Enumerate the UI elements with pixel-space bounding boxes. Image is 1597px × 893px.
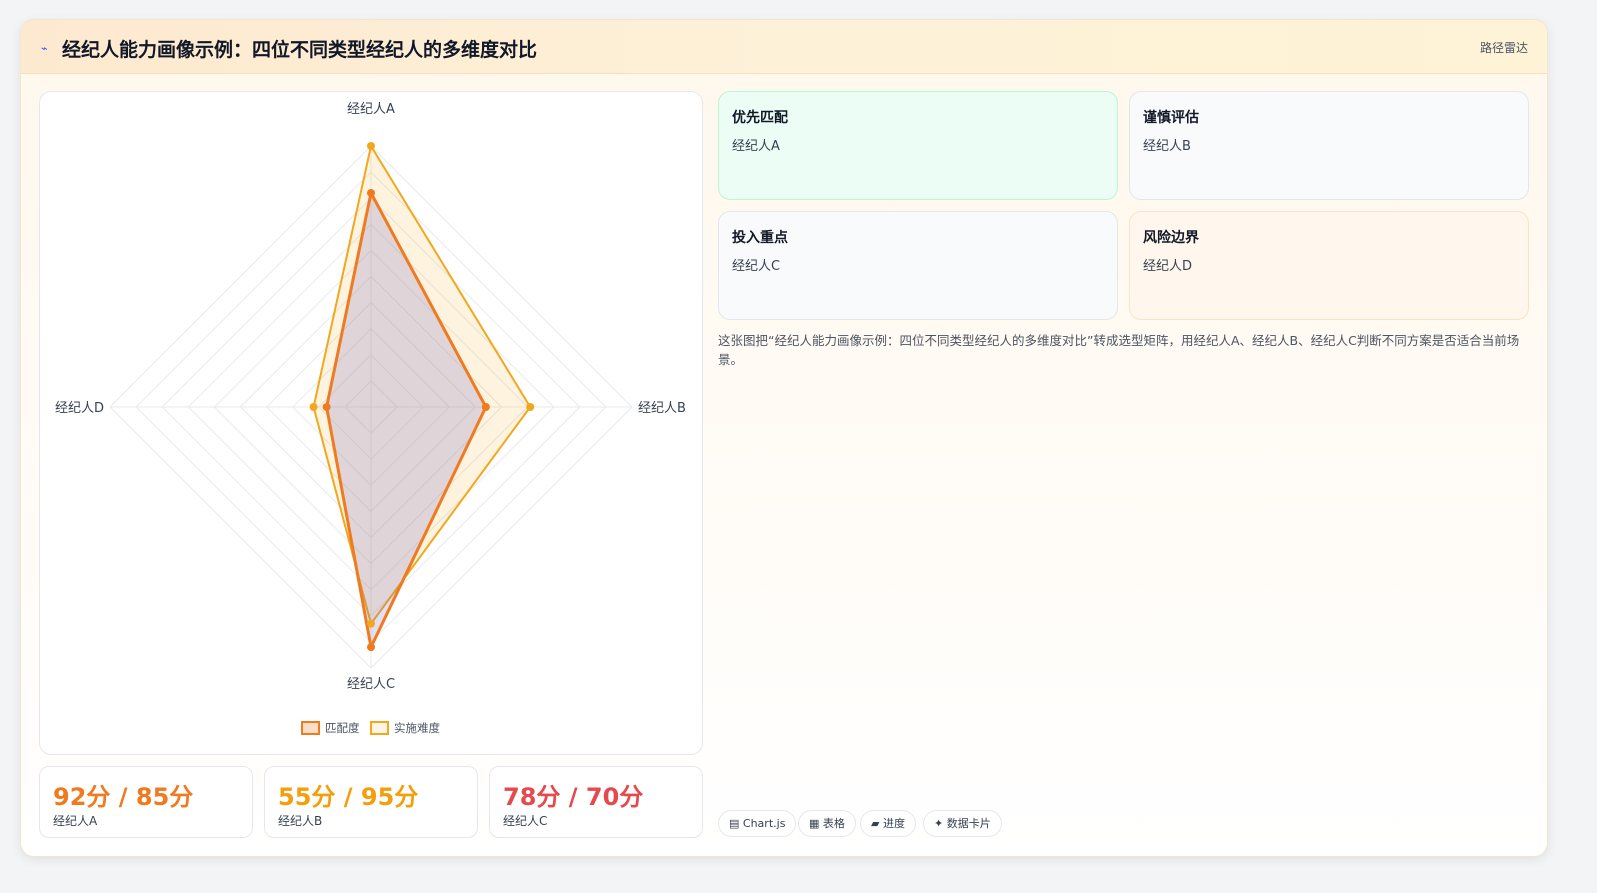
chip-label: 表格	[822, 817, 845, 830]
quadrant-title: 谨慎评估	[1143, 110, 1199, 126]
data-point	[309, 403, 318, 411]
stat-value: 55分 / 95分	[278, 783, 419, 811]
header-bar: ⌁ 经纪人能力画像示例：四位不同类型经纪人的多维度对比 路径雷达	[21, 20, 1547, 74]
quadrant-card-risk: 风险边界 经纪人D	[1129, 211, 1529, 320]
quadrant-title: 风险边界	[1143, 230, 1199, 246]
chart-description: 这张图把“经纪人能力画像示例：四位不同类型经纪人的多维度对比”转成选型矩阵，用经…	[718, 333, 1520, 367]
dashboard-frame: ⌁ 经纪人能力画像示例：四位不同类型经纪人的多维度对比 路径雷达 经纪人A 经纪人…	[20, 19, 1548, 857]
legend-swatch	[370, 721, 389, 735]
chart-type-tag: 路径雷达	[1479, 41, 1528, 55]
quadrant-value: 经纪人D	[1143, 259, 1193, 274]
quadrant-title: 投入重点	[732, 230, 788, 246]
axis-label: 经纪人D	[55, 401, 104, 416]
table-icon: ▦	[809, 817, 820, 830]
chip-chartjs[interactable]: ▤ Chart.js	[718, 810, 797, 837]
stat-card-c: 78分 / 70分 经纪人C	[489, 766, 703, 838]
quadrant-card-focus: 投入重点 经纪人C	[718, 211, 1118, 320]
axis-label: 经纪人A	[347, 102, 395, 117]
data-point	[526, 403, 535, 411]
data-point	[367, 188, 375, 197]
quadrant-value: 经纪人A	[732, 139, 780, 154]
quadrant-value: 经纪人C	[732, 259, 781, 274]
data-point	[322, 403, 331, 411]
sparkle-icon: ⌁	[41, 42, 48, 55]
chart-icon: ▤	[729, 817, 740, 830]
quadrant-value: 经纪人B	[1143, 139, 1191, 154]
chip-table[interactable]: ▦ 表格	[798, 810, 856, 837]
stat-label: 经纪人A	[53, 814, 98, 828]
quadrant-card-caution: 谨慎评估 经纪人B	[1129, 91, 1529, 200]
data-point	[481, 403, 490, 411]
radar-chart: 经纪人A 经纪人B 经纪人C 经纪人D 匹配度 实施难度	[55, 102, 686, 735]
data-point	[367, 142, 375, 150]
legend-label: 匹配度	[325, 721, 360, 735]
quadrant-title: 优先匹配	[732, 110, 788, 126]
chip-data-card[interactable]: ✦ 数据卡片	[923, 810, 1002, 837]
stat-label: 经纪人B	[278, 814, 323, 828]
legend-swatch	[301, 721, 320, 735]
stat-value: 78分 / 70分	[503, 783, 644, 811]
stat-value: 92分 / 85分	[53, 783, 194, 811]
legend-label: 实施难度	[394, 721, 440, 735]
stat-label: 经纪人C	[503, 814, 548, 828]
data-point	[367, 619, 375, 628]
axis-label: 经纪人C	[347, 677, 395, 692]
stat-card-a: 92分 / 85分 经纪人A	[39, 766, 253, 838]
chip-label: 数据卡片	[946, 817, 991, 830]
stat-card-b: 55分 / 95分 经纪人B	[264, 766, 478, 838]
axis-label: 经纪人B	[638, 401, 686, 416]
chip-label: Chart.js	[742, 817, 786, 830]
data-point	[367, 643, 375, 652]
chip-label: 进度	[882, 817, 905, 830]
progress-icon: ▰	[871, 817, 880, 830]
page-title: 经纪人能力画像示例：四位不同类型经纪人的多维度对比	[62, 39, 538, 61]
quadrant-card-priority: 优先匹配 经纪人A	[718, 91, 1118, 200]
chip-progress[interactable]: ▰ 进度	[860, 810, 916, 837]
card-icon: ✦	[934, 817, 944, 830]
radar-chart-card: 经纪人A 经纪人B 经纪人C 经纪人D 匹配度 实施难度	[39, 91, 703, 755]
